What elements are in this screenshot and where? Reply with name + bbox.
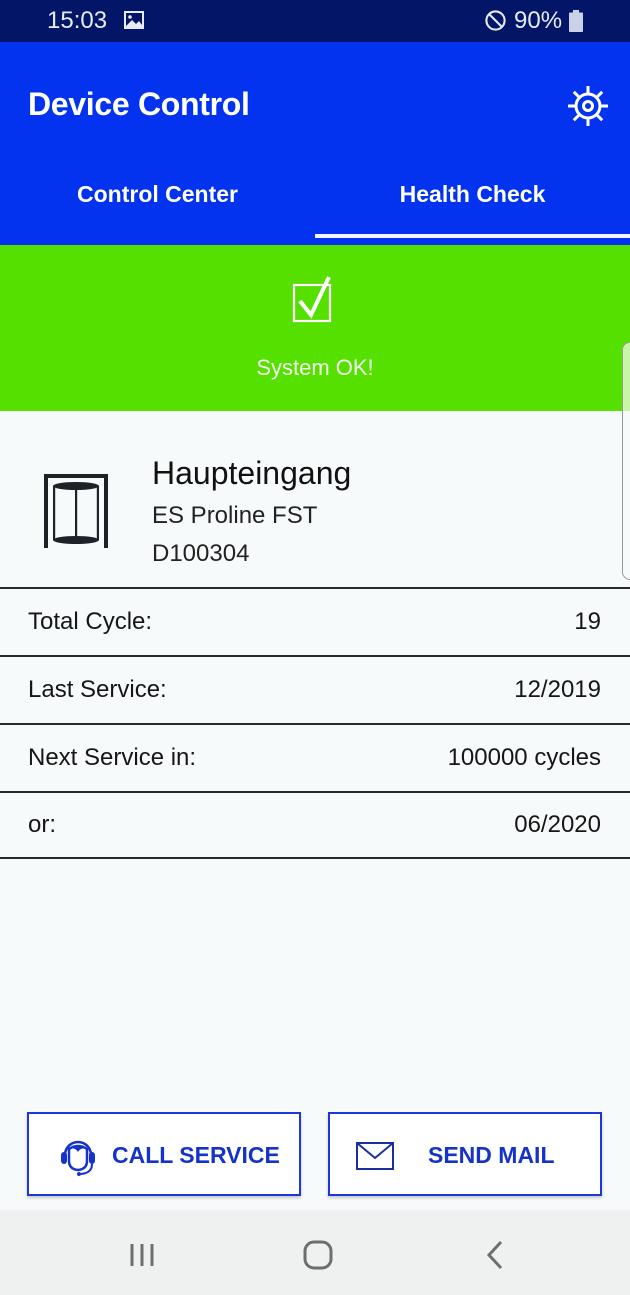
info-label: or: [28,811,57,838]
health-status-text: System OK! [256,355,374,380]
info-value: 19 [574,608,601,635]
status-bar: 15:03 90% [0,0,630,42]
recents-button[interactable] [112,1230,172,1280]
app-bar: Device Control Control Center Health Che… [0,42,630,245]
scroll-handle[interactable] [622,342,630,580]
envelope-icon [356,1142,394,1170]
info-value: 100000 cycles [447,744,601,771]
image-icon [124,11,144,29]
settings-button[interactable] [562,80,614,132]
tab-control-center[interactable]: Control Center [0,167,315,245]
info-label: Next Service in: [28,744,197,771]
selected-tab-indicator [315,234,630,238]
checkbox-checked-icon [292,276,332,323]
do-not-disturb-icon [485,10,506,31]
gear-icon [568,86,608,126]
device-name: Haupteingang [152,455,352,491]
service-info-table: Total Cycle: 19 Last Service: 12/2019 Ne… [0,587,630,859]
info-row-or-date: or: 06/2020 [0,791,630,859]
info-label: Last Service: [28,676,167,703]
battery-percent: 90% [514,7,563,34]
call-service-button[interactable]: CALL SERVICE [27,1112,301,1196]
revolving-door-icon [44,474,108,548]
send-mail-button[interactable]: SEND MAIL [328,1112,602,1196]
health-status-banner: System OK! [0,245,630,411]
info-value: 06/2020 [514,811,601,838]
battery-icon [569,10,583,32]
send-mail-label: SEND MAIL [428,1142,555,1168]
info-row-last-service: Last Service: 12/2019 [0,655,630,723]
info-row-total-cycle: Total Cycle: 19 [0,587,630,655]
back-icon [486,1240,503,1270]
call-service-label: CALL SERVICE [112,1142,280,1168]
device-model: ES Proline FST [152,502,318,529]
system-navigation-bar [0,1210,630,1295]
home-icon [303,1240,333,1270]
back-button[interactable] [465,1230,525,1280]
device-id: D100304 [152,540,250,567]
home-button[interactable] [288,1230,348,1280]
headset-icon [61,1140,95,1176]
info-row-next-service: Next Service in: 100000 cycles [0,723,630,791]
recents-icon [130,1244,154,1266]
info-label: Total Cycle: [28,608,153,635]
status-time: 15:03 [47,7,108,34]
info-value: 12/2019 [514,676,601,703]
app-title: Device Control [28,86,250,122]
